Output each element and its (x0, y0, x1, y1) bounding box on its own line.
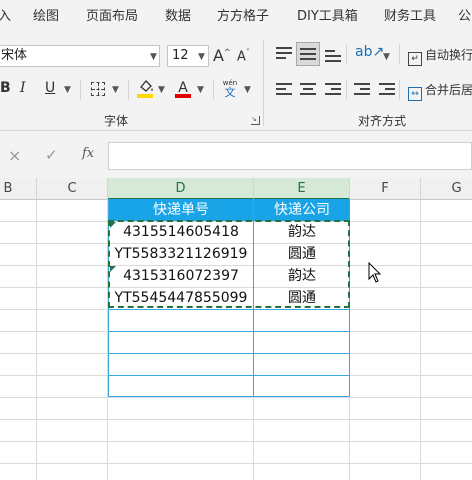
table-cell-courier[interactable]: 韵达 (254, 265, 350, 287)
dialog-launcher-icon[interactable]: ↘ (251, 116, 260, 125)
tab-diy-toolbox[interactable]: DIY工具箱 (297, 0, 358, 34)
table-header-tracking-number[interactable]: 快递单号 (108, 199, 254, 221)
table-cell-courier[interactable]: 圆通 (254, 287, 350, 309)
column-header-g[interactable]: G (421, 178, 472, 200)
align-right-icon[interactable] (325, 83, 341, 97)
increase-indent-icon[interactable] (379, 83, 395, 97)
merge-center-button[interactable]: ↔ 合并后居 (408, 81, 472, 101)
table-cell-tracking[interactable]: 4315316072397 (108, 265, 254, 287)
table-border (108, 396, 350, 397)
divider (346, 80, 347, 100)
tab-page-layout[interactable]: 页面布局 (86, 0, 138, 34)
table-cell-tracking[interactable]: 4315514605418 (108, 221, 254, 243)
row-line (0, 419, 472, 420)
shrink-font-button[interactable]: Aˇ (237, 48, 250, 64)
phonetic-guide-button[interactable]: wén 文 (220, 78, 240, 98)
chevron-down-icon[interactable]: ▼ (112, 85, 119, 95)
tab-draw[interactable]: 绘图 (33, 0, 59, 34)
table-border (108, 353, 350, 354)
align-center-icon[interactable] (300, 83, 316, 97)
column-header-b[interactable]: B (0, 178, 37, 200)
table-cell-tracking[interactable]: YT5583321126919 (108, 243, 254, 265)
font-name-value: 宋体 (1, 48, 28, 63)
grow-font-button[interactable]: A^ (213, 46, 231, 65)
divider (346, 44, 347, 64)
menu-bar: 入 绘图 页面布局 数据 方方格子 DIY工具箱 财务工具 公 (0, 0, 472, 34)
mouse-cursor-icon (368, 262, 382, 283)
table-border (108, 331, 350, 332)
align-top-icon[interactable] (276, 47, 292, 61)
row-line (0, 397, 472, 398)
error-indicator-icon (110, 266, 116, 272)
table-border (108, 375, 350, 376)
chevron-down-icon[interactable]: ▼ (150, 52, 157, 62)
orientation-icon[interactable]: ab↗ (355, 44, 384, 60)
divider (213, 80, 214, 100)
column-header-d[interactable]: D (108, 178, 254, 200)
align-middle-button[interactable] (296, 42, 320, 66)
wrap-text-button[interactable]: ↵ 自动换行 (408, 46, 472, 66)
font-group-label: 字体 (104, 114, 129, 128)
chevron-down-icon[interactable]: ▼ (383, 52, 390, 62)
group-divider (263, 40, 264, 126)
row-line (0, 441, 472, 442)
row-line (0, 463, 472, 464)
border-icon[interactable] (91, 82, 105, 96)
column-header-e[interactable]: E (254, 178, 350, 200)
table-border (349, 199, 350, 396)
error-indicator-icon (110, 222, 116, 228)
bold-button[interactable]: B (0, 80, 11, 96)
tab-finance-tools[interactable]: 财务工具 (384, 0, 436, 34)
tab-data[interactable]: 数据 (165, 0, 191, 34)
chevron-down-icon[interactable]: ▼ (198, 52, 205, 62)
chevron-down-icon[interactable]: ▼ (197, 85, 204, 95)
underline-button[interactable]: U (45, 80, 55, 96)
table-cell-courier[interactable]: 韵达 (254, 221, 350, 243)
formula-input[interactable] (108, 142, 472, 170)
table-header-courier[interactable]: 快递公司 (254, 199, 350, 221)
confirm-icon[interactable]: ✓ (45, 146, 58, 164)
table-cell-courier[interactable]: 圆通 (254, 243, 350, 265)
font-color-icon[interactable]: A (175, 77, 191, 99)
align-left-icon[interactable] (276, 83, 292, 97)
col-line (36, 200, 37, 480)
divider (80, 80, 81, 100)
cancel-icon[interactable]: × (8, 146, 21, 165)
table-cell-tracking[interactable]: YT5545447855099 (108, 287, 254, 309)
column-header-c[interactable]: C (37, 178, 108, 200)
table-border (108, 199, 109, 396)
fill-color-icon[interactable] (137, 78, 155, 98)
align-bottom-icon[interactable] (325, 47, 341, 62)
chevron-down-icon[interactable]: ▼ (64, 85, 71, 95)
column-header-f[interactable]: F (350, 178, 421, 200)
tab-more[interactable]: 公 (458, 0, 471, 34)
chevron-down-icon[interactable]: ▼ (158, 85, 165, 95)
insert-function-icon[interactable]: fx (82, 146, 94, 161)
col-line (420, 200, 421, 480)
tab-insert[interactable]: 入 (0, 0, 11, 34)
tab-fangfang-grid[interactable]: 方方格子 (217, 0, 269, 34)
font-name-select[interactable]: 宋体 (0, 45, 160, 67)
ribbon: 宋体 ▼ 12 ▼ A^ Aˇ B I U ▼ ▼ ▼ A ▼ wén 文 ▼ … (0, 34, 472, 131)
italic-button[interactable]: I (20, 80, 26, 96)
font-size-value: 12 (172, 48, 189, 63)
chevron-down-icon[interactable]: ▼ (244, 85, 251, 95)
table-border (253, 199, 254, 396)
alignment-group-label: 对齐方式 (358, 114, 407, 128)
decrease-indent-icon[interactable] (354, 83, 370, 97)
table-border (108, 309, 350, 310)
divider (399, 44, 400, 64)
divider (399, 80, 400, 100)
divider (128, 80, 129, 100)
